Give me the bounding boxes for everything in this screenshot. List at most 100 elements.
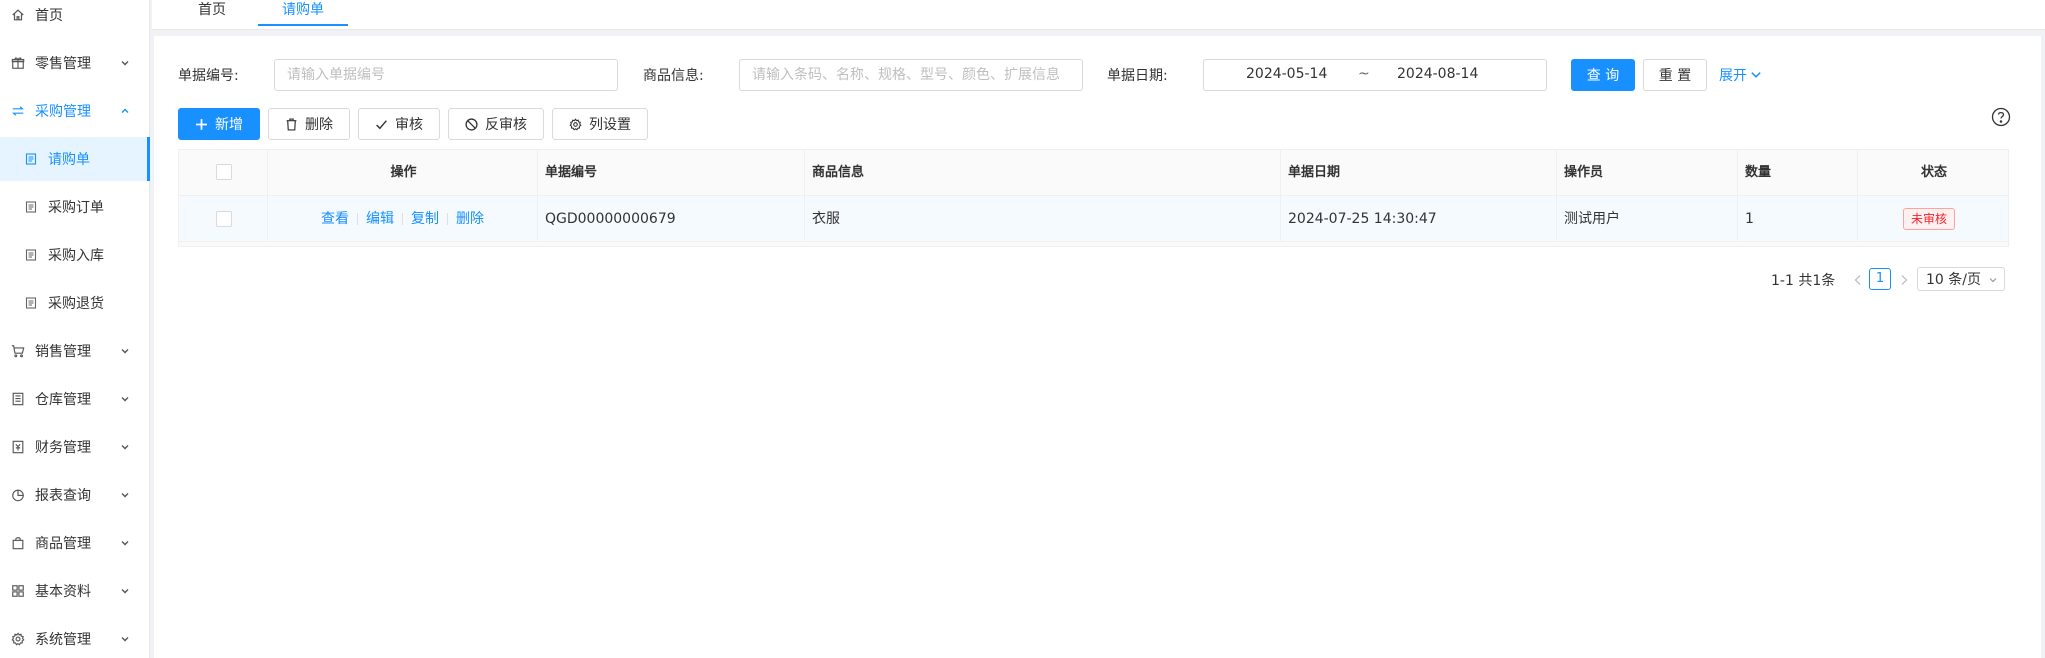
query-button[interactable]: 查 询 <box>1571 59 1635 91</box>
col-header-goods: 商品信息 <box>812 165 865 180</box>
number-input[interactable] <box>274 59 618 91</box>
column-divider <box>267 150 268 242</box>
add-button-label: 新增 <box>215 117 243 133</box>
column-divider <box>1556 150 1557 242</box>
requisition-table: 操作 单据编号 商品信息 单据日期 操作员 数量 状态 查看 编辑 复制 删除 … <box>178 149 2009 247</box>
sidebar: 首页 零售管理 采购管理 请购单 采购订单 采购入库 采购退货 销售管理 仓库管… <box>0 0 150 658</box>
col-header-status: 状态 <box>1920 165 1947 180</box>
sidebar-item-retail[interactable]: 零售管理 <box>0 41 150 85</box>
sidebar-subitem-label: 采购入库 <box>48 248 104 264</box>
audit-button[interactable]: 审核 <box>358 108 440 140</box>
sidebar-item-sales[interactable]: 销售管理 <box>0 329 150 373</box>
chevron-down-icon <box>1989 278 1997 283</box>
sidebar-item-warehouse[interactable]: 仓库管理 <box>0 377 150 421</box>
table-row[interactable]: 查看 编辑 复制 删除 QGD00000000679 衣服 2024-07-25… <box>179 196 2008 242</box>
cart-icon <box>11 345 25 358</box>
stop-icon <box>465 117 478 131</box>
delete-button[interactable]: 删除 <box>268 108 350 140</box>
trash-icon <box>286 117 297 131</box>
file-text-icon <box>25 249 37 261</box>
gift-icon <box>11 57 25 69</box>
sidebar-subitem-label: 采购订单 <box>48 200 104 216</box>
page-size-value: 10 条/页 <box>1926 272 1981 288</box>
col-header-operator: 操作员 <box>1564 165 1604 180</box>
prev-page-icon[interactable] <box>1853 274 1863 286</box>
expand-label: 展开 <box>1719 68 1747 84</box>
copy-link[interactable]: 复制 <box>411 196 439 242</box>
date-range-picker[interactable]: 2024-05-14 ~ 2024-08-14 <box>1203 59 1547 91</box>
delete-link[interactable]: 删除 <box>456 196 484 242</box>
column-settings-button[interactable]: 列设置 <box>552 108 648 140</box>
expand-link[interactable]: 展开 <box>1719 65 1762 85</box>
sidebar-item-label: 仓库管理 <box>35 392 91 408</box>
sidebar-item-basic-data[interactable]: 基本资料 <box>0 569 150 613</box>
date-start[interactable]: 2024-05-14 <box>1246 66 1327 82</box>
page-number-current[interactable]: 1 <box>1869 268 1891 290</box>
cell-goods: 衣服 <box>812 211 840 227</box>
sidebar-item-label: 采购管理 <box>35 104 91 120</box>
sidebar-item-label: 基本资料 <box>35 584 91 600</box>
help-icon[interactable] <box>1991 107 2011 127</box>
tab-home[interactable]: 首页 <box>192 0 232 26</box>
chevron-down-icon <box>121 445 129 450</box>
audit-button-label: 审核 <box>395 117 423 133</box>
column-divider <box>1737 150 1738 242</box>
edit-link[interactable]: 编辑 <box>366 196 394 242</box>
column-divider <box>1280 150 1281 242</box>
view-link[interactable]: 查看 <box>321 196 349 242</box>
reset-button-label: 重 置 <box>1658 68 1692 84</box>
action-divider <box>402 213 403 225</box>
sidebar-subitem-label: 采购退货 <box>48 296 104 312</box>
sidebar-item-finance[interactable]: 财务管理 <box>0 425 150 469</box>
chevron-down-icon <box>121 349 129 354</box>
sidebar-subitem-purchase-in[interactable]: 采购入库 <box>0 233 150 277</box>
column-settings-label: 列设置 <box>589 117 631 133</box>
chevron-up-icon <box>121 108 129 113</box>
select-all-checkbox[interactable] <box>216 164 232 180</box>
sidebar-item-reports[interactable]: 报表查询 <box>0 473 150 517</box>
status-badge: 未审核 <box>1903 208 1956 230</box>
page-size-select[interactable]: 10 条/页 <box>1917 267 2005 291</box>
add-button[interactable]: 新增 <box>178 108 260 140</box>
col-header-number: 单据编号 <box>545 165 598 180</box>
row-checkbox[interactable] <box>216 211 232 227</box>
sidebar-subitem-purchase-order[interactable]: 采购订单 <box>0 185 150 229</box>
reset-button[interactable]: 重 置 <box>1643 59 1707 91</box>
date-end[interactable]: 2024-08-14 <box>1397 66 1478 82</box>
sidebar-item-home[interactable]: 首页 <box>0 0 150 37</box>
sidebar-item-label: 零售管理 <box>35 56 91 72</box>
sidebar-item-system[interactable]: 系统管理 <box>0 617 150 658</box>
file-text-icon <box>25 201 37 213</box>
chevron-down-icon <box>121 493 129 498</box>
date-label: 单据日期: <box>1107 68 1168 84</box>
sidebar-subitem-label: 请购单 <box>48 152 90 168</box>
appstore-icon <box>12 585 24 597</box>
chevron-down-icon <box>121 637 129 642</box>
setting-icon <box>11 632 25 646</box>
number-label: 单据编号: <box>178 68 239 84</box>
sidebar-item-label: 首页 <box>35 8 63 24</box>
sidebar-subitem-requisition[interactable]: 请购单 <box>0 137 150 181</box>
next-page-icon[interactable] <box>1899 274 1909 286</box>
sidebar-item-goods[interactable]: 商品管理 <box>0 521 150 565</box>
setting-icon <box>569 117 582 131</box>
sidebar-item-purchase[interactable]: 采购管理 <box>0 89 150 133</box>
goods-input[interactable] <box>739 59 1083 91</box>
delete-button-label: 删除 <box>305 117 333 133</box>
tab-requisition[interactable]: 请购单 <box>258 0 348 26</box>
pagination-summary: 1-1 共1条 <box>1771 273 1836 289</box>
sidebar-item-label: 报表查询 <box>35 488 91 504</box>
sidebar-subitem-purchase-return[interactable]: 采购退货 <box>0 281 150 325</box>
check-icon <box>376 119 387 129</box>
unaudit-button[interactable]: 反审核 <box>448 108 544 140</box>
main-area: 首页 请购单 单据编号: 商品信息: 单据日期: 2024-05-14 ~ 20… <box>150 0 2045 658</box>
column-divider <box>537 150 538 242</box>
tab-bar: 首页 请购单 <box>152 0 2045 30</box>
plus-icon <box>196 118 207 130</box>
action-divider <box>447 213 448 225</box>
col-header-quantity: 数量 <box>1745 165 1772 180</box>
cell-number: QGD00000000679 <box>545 211 676 227</box>
content-panel: 单据编号: 商品信息: 单据日期: 2024-05-14 ~ 2024-08-1… <box>154 36 2041 658</box>
date-separator: ~ <box>1358 66 1370 82</box>
unaudit-button-label: 反审核 <box>485 117 527 133</box>
